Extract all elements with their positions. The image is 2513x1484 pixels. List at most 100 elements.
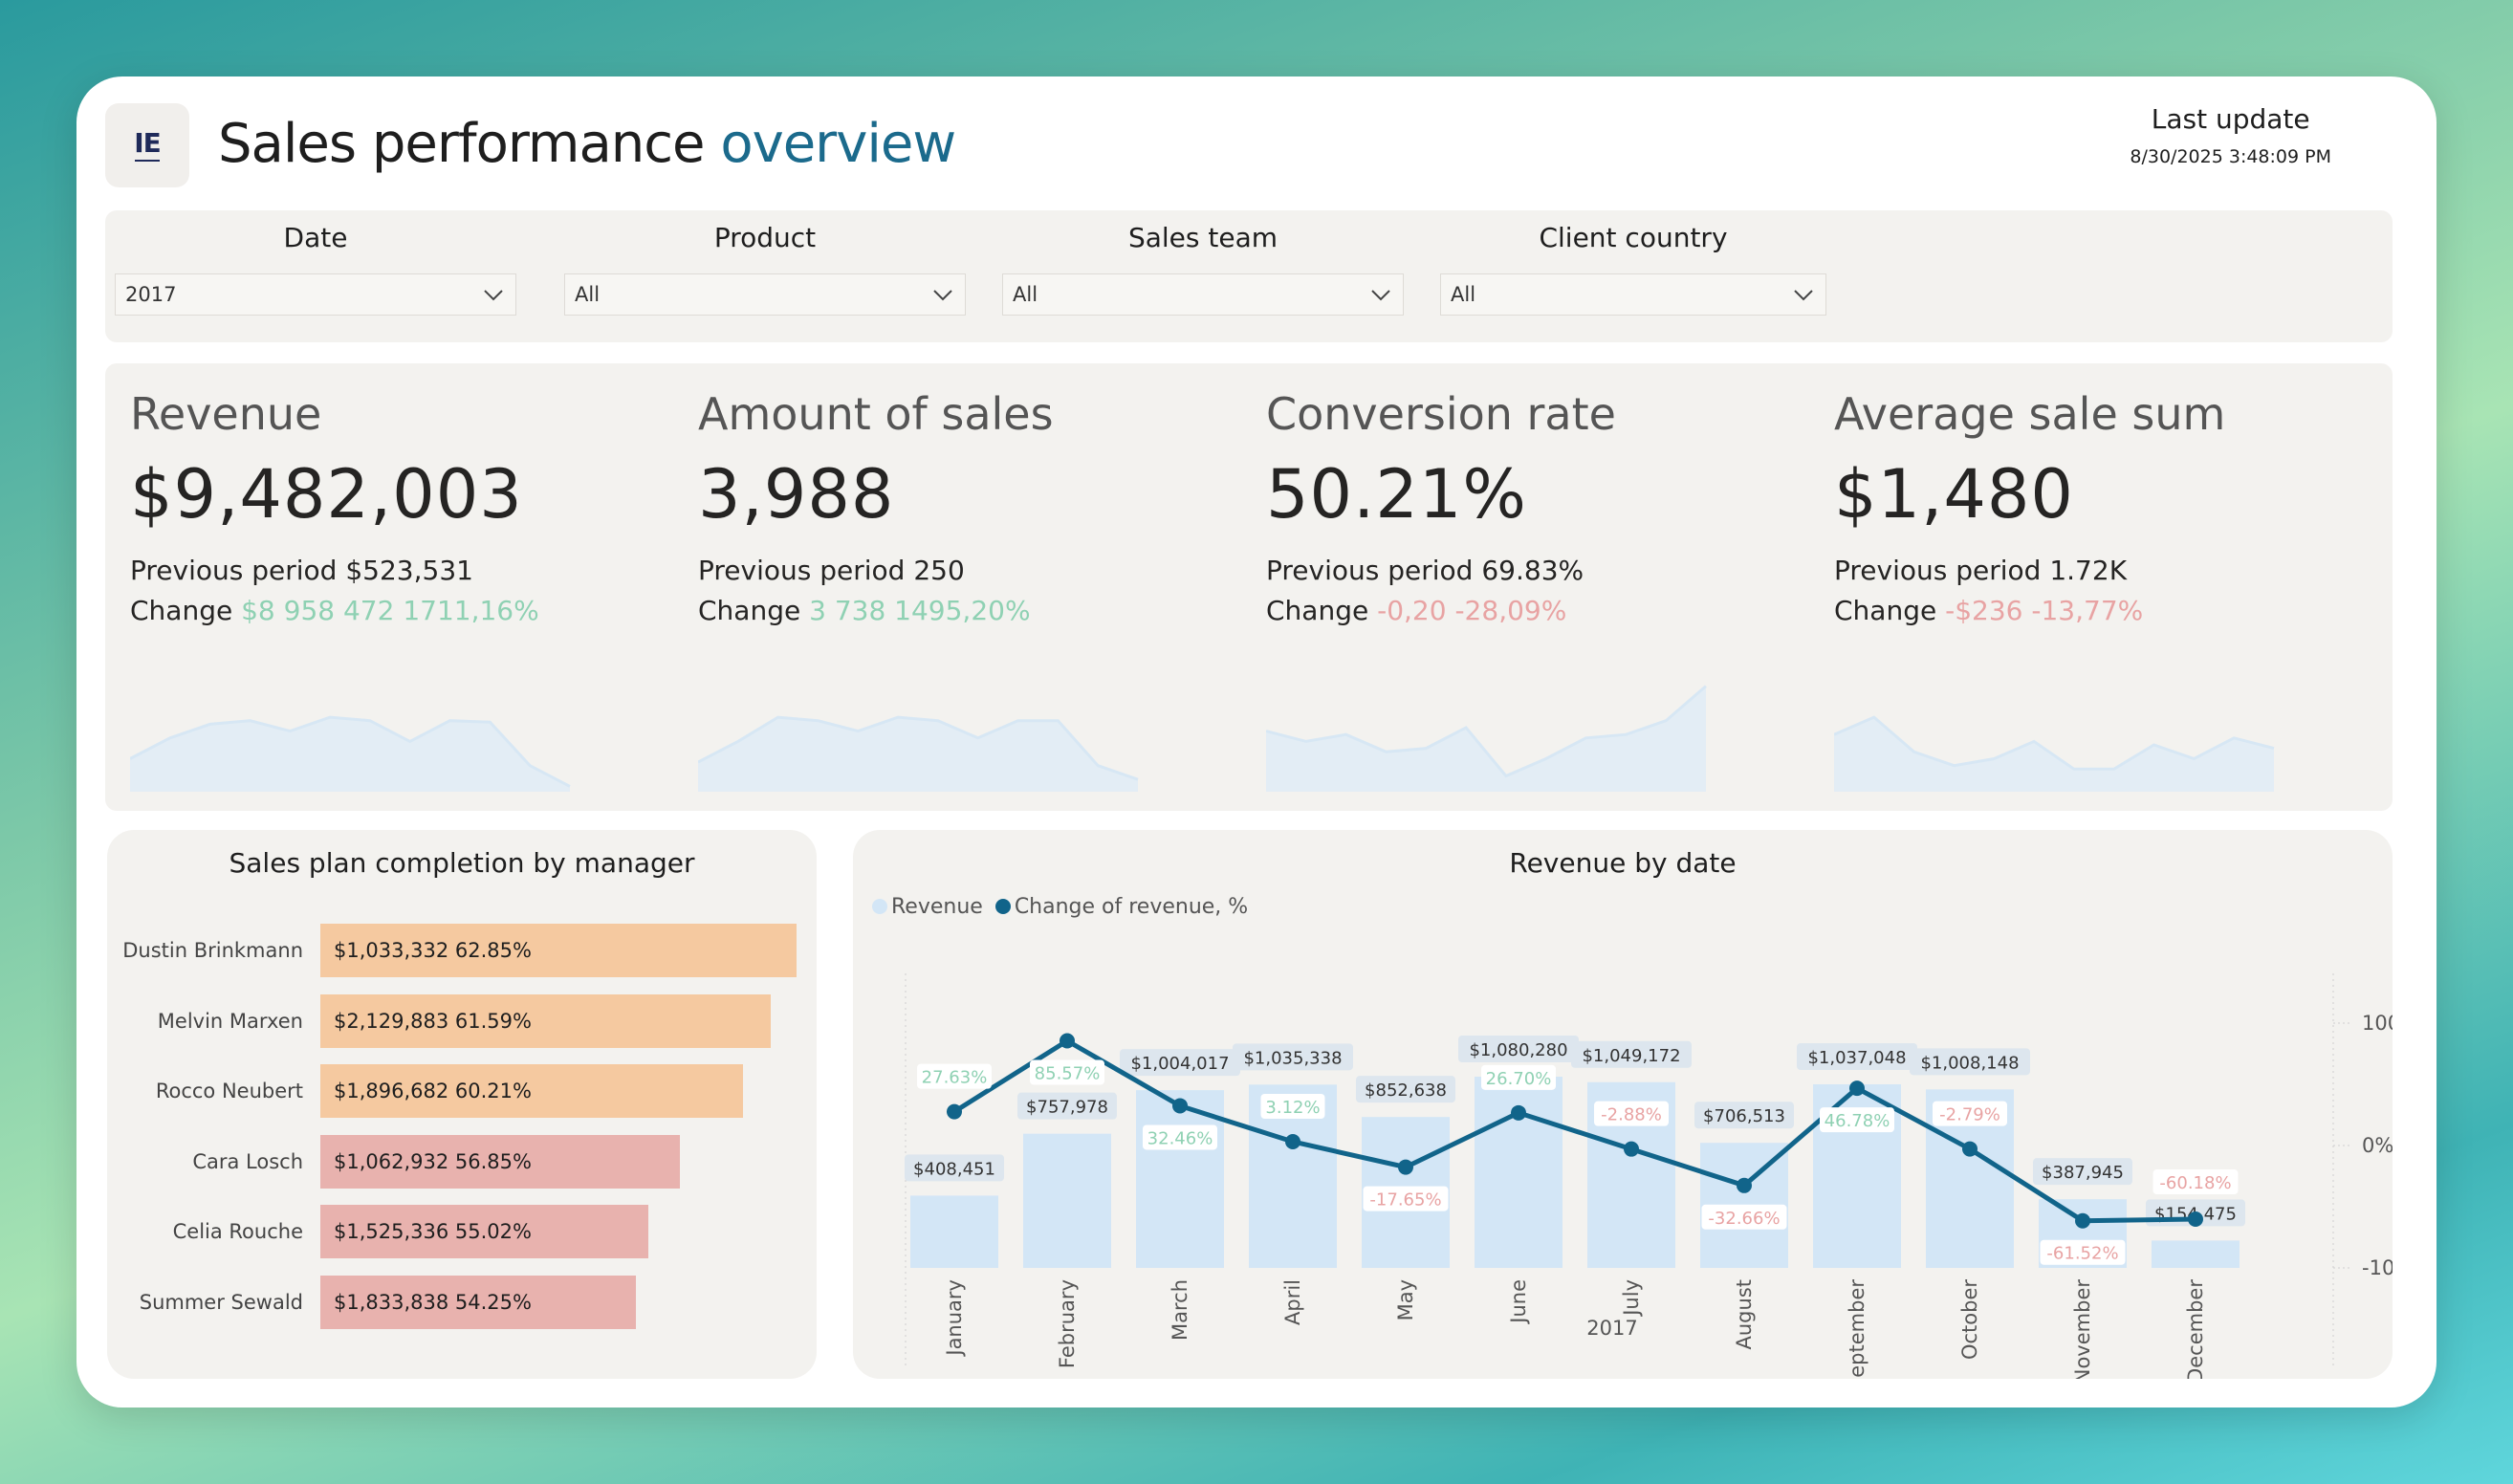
manager-bar[interactable]: $1,896,682 60.21% bbox=[320, 1064, 743, 1118]
sales-team-dropdown-value: All bbox=[1013, 283, 1038, 306]
client-country-dropdown-value: All bbox=[1451, 283, 1476, 306]
x-axis-tick: February bbox=[1056, 1279, 1079, 1368]
change-point[interactable] bbox=[1962, 1141, 1978, 1157]
filter-date-label: Date bbox=[283, 222, 348, 253]
date-dropdown[interactable]: 2017 bbox=[115, 273, 516, 316]
change-label-text: 85.57% bbox=[1035, 1063, 1101, 1083]
revenue-label-text: $757,978 bbox=[1026, 1098, 1108, 1118]
change-point[interactable] bbox=[947, 1103, 962, 1120]
revenue-bar[interactable] bbox=[910, 1195, 998, 1268]
page-title: Sales performance overview bbox=[218, 113, 956, 175]
chevron-down-icon bbox=[484, 290, 503, 301]
manager-row[interactable]: Rocco Neubert $1,896,682 60.21% bbox=[107, 1064, 817, 1118]
manager-name: Rocco Neubert bbox=[155, 1080, 303, 1102]
change-label: -61.52% bbox=[2040, 1239, 2126, 1265]
title-main: Sales performance bbox=[218, 113, 705, 175]
change-point[interactable] bbox=[1849, 1080, 1865, 1097]
manager-bar[interactable]: $1,062,932 56.85% bbox=[320, 1134, 681, 1189]
manager-row[interactable]: Melvin Marxen $2,129,883 61.59% bbox=[107, 993, 817, 1048]
revenue-bar-label: $1,008,148 bbox=[1910, 1048, 2030, 1076]
change-label-text: -2.88% bbox=[1601, 1105, 1662, 1125]
right-axis-tick: -100% bbox=[2362, 1256, 2393, 1279]
manager-bar[interactable]: $1,833,838 54.25% bbox=[320, 1275, 636, 1329]
change-label: -32.66% bbox=[1701, 1204, 1787, 1230]
revenue-bar-label: $387,945 bbox=[2033, 1158, 2132, 1186]
change-label-text: 32.46% bbox=[1147, 1128, 1213, 1148]
kpi-value: $1,480 bbox=[1834, 455, 2074, 534]
change-point[interactable] bbox=[1511, 1104, 1526, 1121]
change-point[interactable] bbox=[1398, 1159, 1413, 1175]
change-point[interactable] bbox=[2075, 1212, 2090, 1229]
revenue-combo-chart: 100% 0% -100% $408,451 $757,978 $1,004,017 $1,… bbox=[905, 973, 2393, 1379]
manager-row[interactable]: Cara Losch $1,062,932 56.85% bbox=[107, 1134, 817, 1189]
filter-product-label: Product bbox=[713, 222, 817, 253]
revenue-bar-label: $852,638 bbox=[1356, 1076, 1455, 1103]
manager-bar[interactable]: $1,525,336 55.02% bbox=[320, 1205, 649, 1258]
x-axis-tick: June bbox=[1507, 1279, 1530, 1325]
kpi-title: Amount of sales bbox=[698, 388, 1054, 440]
manager-panel: Sales plan completion by manager Dustin … bbox=[107, 830, 817, 1379]
change-point[interactable] bbox=[1285, 1134, 1300, 1150]
kpi-conversion-rate: Conversion rate 50.21% Previous period 6… bbox=[1241, 363, 1777, 811]
revenue-bar-label: $706,513 bbox=[1694, 1102, 1794, 1129]
manager-row[interactable]: Summer Sewald $1,833,838 54.25% bbox=[107, 1275, 817, 1329]
logo-text: IE bbox=[134, 126, 162, 159]
manager-row[interactable]: Celia Rouche $1,525,336 55.02% bbox=[107, 1205, 817, 1258]
revenue-bar[interactable] bbox=[1023, 1133, 1111, 1268]
change-point[interactable] bbox=[1624, 1141, 1639, 1157]
x-axis-tick: October bbox=[1958, 1279, 1981, 1360]
x-axis-tick: July bbox=[1620, 1279, 1643, 1318]
kpi-change-value: 3 738 1495,20% bbox=[809, 595, 1031, 626]
kpi-average-sale-sum: Average sale sum $1,480 Previous period … bbox=[1809, 363, 2345, 811]
sparkline-area bbox=[1266, 686, 1706, 792]
chevron-down-icon bbox=[1794, 290, 1813, 301]
change-label: 27.63% bbox=[917, 1063, 992, 1089]
change-label: -2.79% bbox=[1933, 1101, 2007, 1126]
manager-row[interactable]: Dustin Brinkmann $1,033,332 62.85% bbox=[107, 924, 817, 977]
manager-bar[interactable]: $1,033,332 62.85% bbox=[320, 924, 797, 977]
change-label-text: -61.52% bbox=[2046, 1244, 2118, 1264]
manager-bar[interactable]: $2,129,883 61.59% bbox=[320, 993, 771, 1048]
last-update: Last update 8/30/2025 3:48:09 PM bbox=[2130, 103, 2331, 167]
kpi-value: 3,988 bbox=[698, 455, 895, 534]
change-label-text: -60.18% bbox=[2159, 1173, 2231, 1193]
kpi-change-label: Change bbox=[1834, 595, 1937, 626]
kpi-previous-value: $523,531 bbox=[345, 555, 473, 586]
kpi-title: Average sale sum bbox=[1834, 388, 2226, 440]
client-country-dropdown[interactable]: All bbox=[1440, 273, 1826, 316]
sales-team-dropdown[interactable]: All bbox=[1002, 273, 1404, 316]
x-axis-tick: March bbox=[1169, 1279, 1191, 1341]
change-point[interactable] bbox=[2188, 1211, 2203, 1228]
kpi-section: Revenue $9,482,003 Previous period $523,… bbox=[105, 363, 2393, 811]
revenue-bar[interactable] bbox=[2152, 1240, 2240, 1268]
kpi-change: Change -0,20 -28,09% bbox=[1266, 595, 1566, 626]
filter-client-country-label: Client country bbox=[1539, 222, 1728, 253]
kpi-change-value: -0,20 -28,09% bbox=[1377, 595, 1567, 626]
kpi-previous-label: Previous period bbox=[1834, 555, 2042, 586]
kpi-previous: Previous period 69.83% bbox=[1266, 555, 1584, 586]
revenue-bar-label: $1,080,280 bbox=[1458, 1036, 1579, 1062]
revenue-bar-label: $1,037,048 bbox=[1797, 1043, 1917, 1071]
change-label-text: 27.63% bbox=[922, 1068, 988, 1088]
change-point[interactable] bbox=[1737, 1177, 1752, 1193]
change-label: -60.18% bbox=[2152, 1169, 2239, 1195]
x-axis-tick: April bbox=[1281, 1279, 1304, 1325]
kpi-previous-label: Previous period bbox=[130, 555, 338, 586]
x-axis-tick: September bbox=[1846, 1279, 1868, 1379]
kpi-change: Change -$236 -13,77% bbox=[1834, 595, 2143, 626]
revenue-label-text: $1,049,172 bbox=[1582, 1046, 1680, 1066]
filter-product: Product All bbox=[564, 210, 966, 316]
change-label: 85.57% bbox=[1030, 1059, 1104, 1085]
kpi-value: 50.21% bbox=[1266, 455, 1527, 534]
revenue-label-text: $706,513 bbox=[1703, 1106, 1785, 1126]
amount-of-sales-sparkline bbox=[698, 715, 1139, 792]
kpi-change-label: Change bbox=[130, 595, 233, 626]
right-axis-tick: 100% bbox=[2362, 1012, 2393, 1035]
revenue-bar-label: $1,049,172 bbox=[1571, 1040, 1692, 1068]
sparkline-area bbox=[698, 717, 1138, 792]
change-point[interactable] bbox=[1060, 1033, 1075, 1049]
dashboard-card: IE Sales performance overview Last updat… bbox=[76, 76, 2437, 1408]
product-dropdown[interactable]: All bbox=[564, 273, 966, 316]
kpi-change: Change $8 958 472 1711,16% bbox=[130, 595, 539, 626]
change-point[interactable] bbox=[1172, 1098, 1188, 1114]
